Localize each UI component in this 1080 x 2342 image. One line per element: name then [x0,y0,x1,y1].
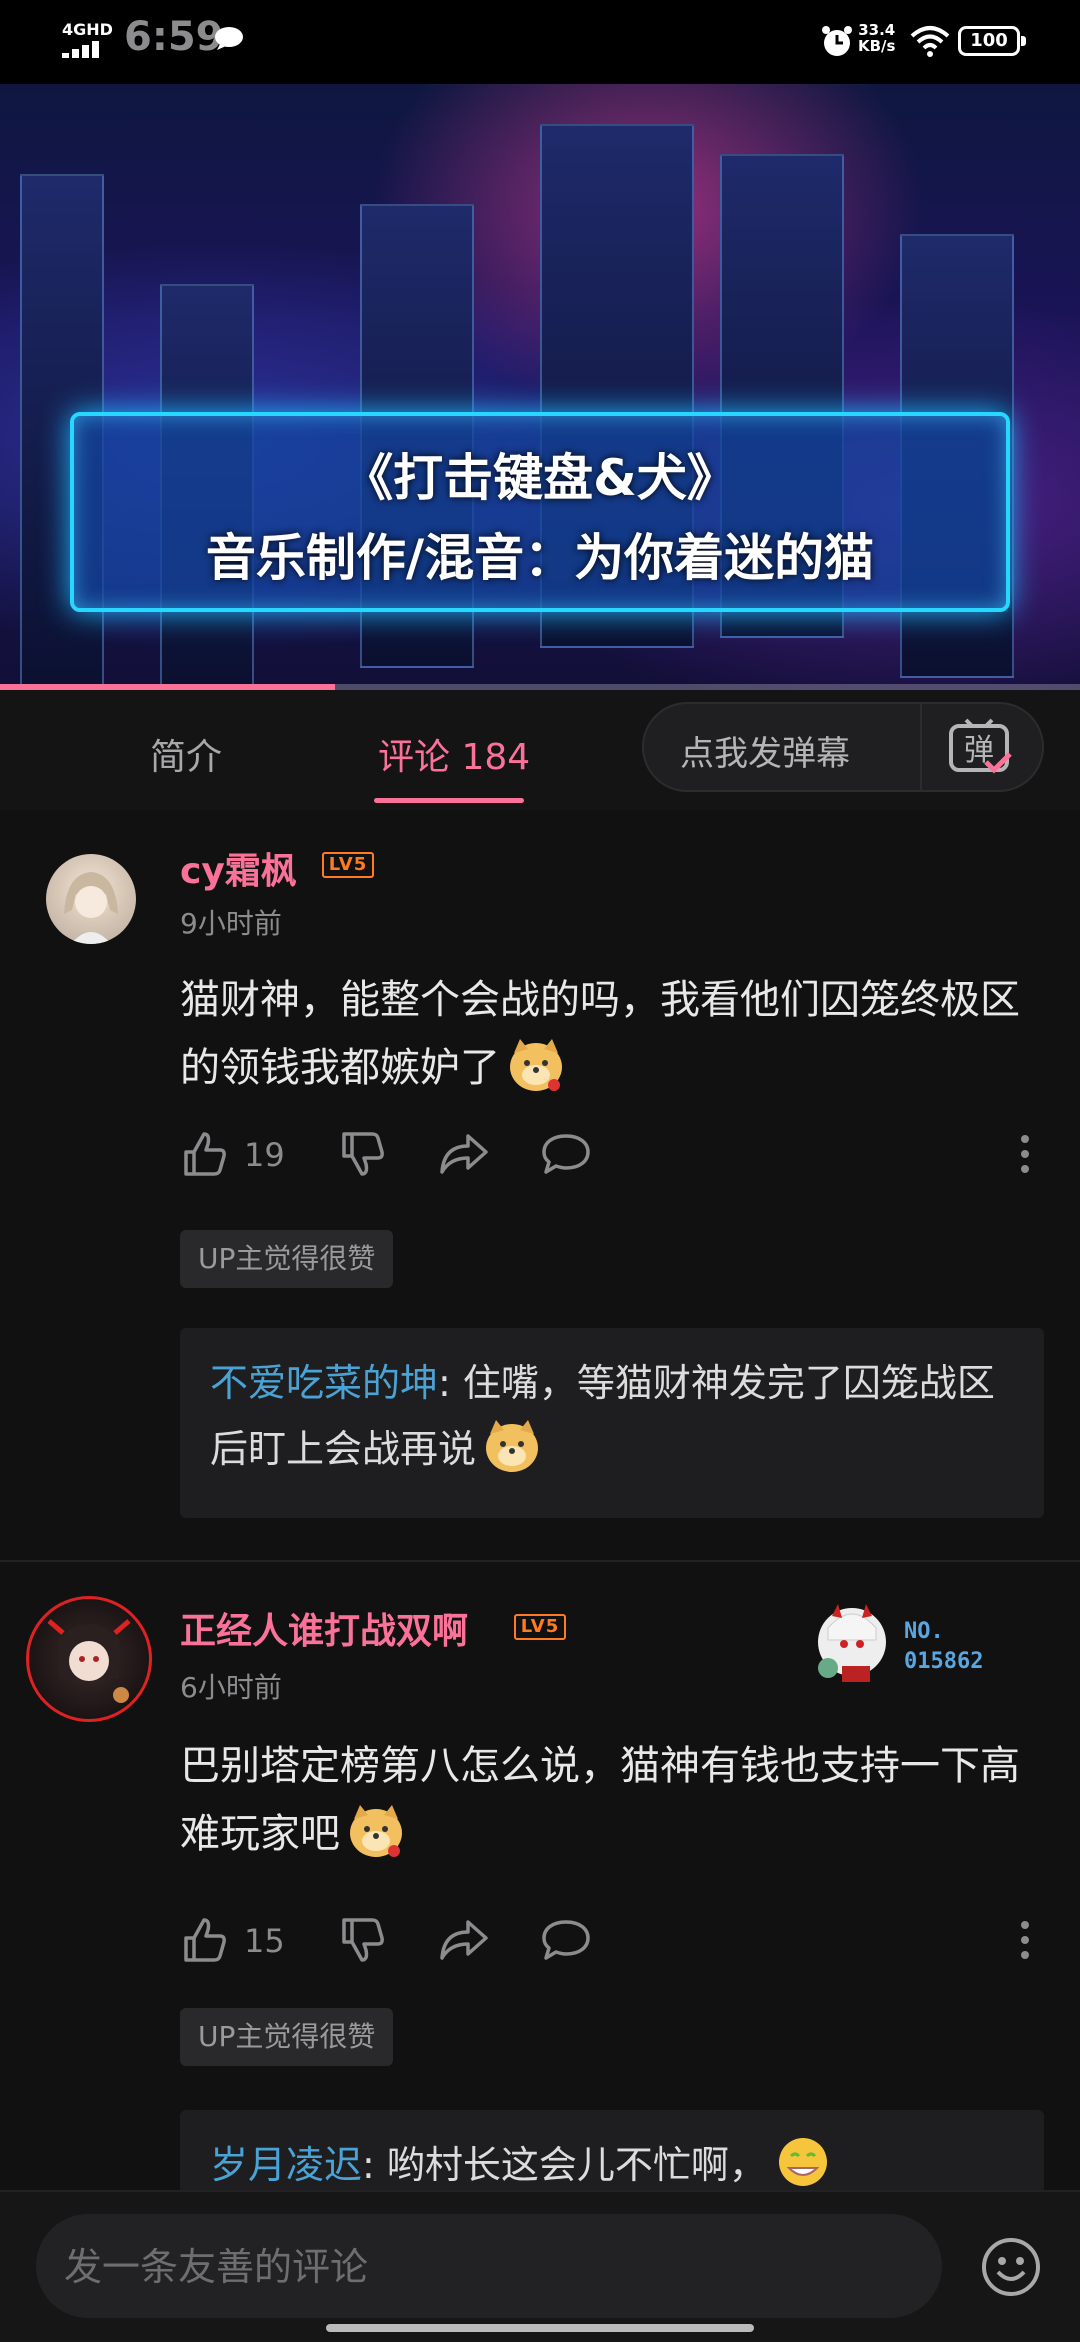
reply-username[interactable]: 岁月凌迟 [210,2143,362,2187]
tab-comments[interactable]: 评论 184 [378,728,530,780]
doge-emoji-icon [510,1039,562,1091]
battery-indicator: 100 [958,26,1026,56]
reply-text: 岁月凌迟: 哟村长这会儿不忙啊， [210,2132,1020,2198]
comment-text: 巴别塔定榜第八怎么说，猫神有钱也支持一下高难玩家吧 [180,1732,1050,1868]
doge-emoji-icon [486,1420,539,1472]
comment-time: 6小时前 [180,1671,282,1704]
tab-bar: 简介 评论 184 点我发弹幕 弹 [0,690,1080,810]
comment-actions: 15 [180,1916,1050,1966]
danmaku-input-button[interactable]: 点我发弹幕 弹 [642,702,1044,792]
comment-input-wrapper[interactable] [36,2214,942,2320]
share-icon[interactable] [438,1130,490,1178]
comment-text: 猫财神，能整个会战的吗，我看他们囚笼终极区的领钱我都嫉妒了 [180,966,1050,1102]
username[interactable]: 正经人谁打战双啊 [180,1602,468,1654]
comment-actions: 19 [180,1130,1050,1180]
dislike-icon[interactable] [338,1916,386,1964]
home-indicator[interactable] [326,2324,754,2332]
video-player[interactable]: 《打击键盘&犬》 音乐制作/混音：为你着迷的猫 [0,84,1080,690]
alarm-icon [822,26,852,56]
signal-icon [62,40,110,58]
like-count: 19 [244,1136,285,1174]
like-icon[interactable] [180,1916,228,1964]
clock: 6:59 [124,14,224,60]
avatar[interactable] [26,1596,152,1722]
comment-input-bar [0,2190,1080,2342]
network-speed: 33.4 KB/s [858,22,895,54]
reply-icon[interactable] [540,1916,592,1964]
share-icon[interactable] [438,1916,490,1964]
speed-value: 33.4 [858,21,896,39]
reply-username[interactable]: 不爱吃菜的坤 [210,1361,438,1405]
reply-preview[interactable]: 不爱吃菜的坤: 住嘴，等猫财神发完了囚笼战区后盯上会战再说 [180,1328,1044,1518]
status-bar: 4GHD 6:59 33.4 KB/s 100 [0,0,1080,84]
reply-preview[interactable]: 岁月凌迟: 哟村长这会儿不忙啊， [180,2110,1044,2200]
fan-badge-line1: NO. [904,1619,944,1644]
comment-divider [0,1560,1080,1562]
level-badge: LV5 [514,1614,566,1640]
wifi-icon [910,26,950,57]
video-title-banner: 《打击键盘&犬》 音乐制作/混音：为你着迷的猫 [70,412,1010,612]
like-count: 15 [244,1922,285,1960]
video-title-line2: 音乐制作/混音：为你着迷的猫 [205,529,875,587]
video-title-line1: 《打击键盘&犬》 [343,449,737,507]
message-icon [215,27,243,50]
fan-badge[interactable]: NO. 015862 [812,1596,1032,1686]
comment-text-body: 猫财神，能整个会战的吗，我看他们囚笼终极区的领钱我都嫉妒了 [180,977,1020,1091]
level-badge: LV5 [322,852,374,878]
tab-active-indicator [374,798,524,803]
fan-badge-line2: 015862 [904,1649,983,1674]
comment-time: 9小时前 [180,907,282,940]
danmaku-placeholder: 点我发弹幕 [680,734,850,774]
danmaku-toggle-icon[interactable]: 弹 [948,718,1014,778]
dislike-icon[interactable] [338,1130,386,1178]
reply-body: : 哟村长这会儿不忙啊， [362,2143,767,2187]
reply-icon[interactable] [540,1130,592,1178]
danmaku-divider [920,704,922,790]
tab-intro[interactable]: 简介 [150,728,222,780]
avatar[interactable] [46,854,136,944]
more-icon[interactable] [1020,1920,1030,1960]
grin-emoji-icon [778,2138,827,2186]
like-icon[interactable] [180,1130,228,1178]
up-liked-badge: UP主觉得很赞 [180,1230,394,1288]
comment-input[interactable] [62,2214,926,2320]
username[interactable]: cy霜枫 [180,842,297,894]
comment-text-body: 巴别塔定榜第八怎么说，猫神有钱也支持一下高难玩家吧 [180,1743,1020,1857]
reply-text: 不爱吃菜的坤: 住嘴，等猫财神发完了囚笼战区后盯上会战再说 [210,1350,1020,1482]
speed-unit: KB/s [858,37,896,55]
emoji-picker-icon[interactable] [980,2236,1042,2298]
doge-emoji-icon [350,1805,402,1857]
up-liked-badge: UP主觉得很赞 [180,2008,394,2066]
network-type: 4GHD [62,20,113,39]
more-icon[interactable] [1020,1134,1030,1174]
